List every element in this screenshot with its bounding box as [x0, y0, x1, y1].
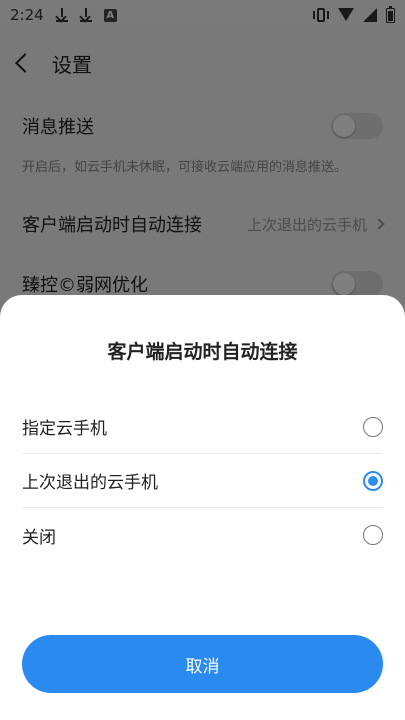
radio-selected-icon[interactable]	[363, 470, 383, 491]
sheet-title: 客户端启动时自动连接	[107, 341, 298, 363]
option-label: 关闭	[22, 527, 56, 548]
option-list: 指定云手机 上次退出的云手机 关闭	[0, 400, 405, 562]
option-last-exited-phone[interactable]: 上次退出的云手机	[22, 454, 383, 508]
radio-icon[interactable]	[363, 416, 383, 437]
option-specified-phone[interactable]: 指定云手机	[22, 400, 383, 454]
radio-icon[interactable]	[363, 525, 383, 545]
cancel-button[interactable]: 取消	[22, 635, 383, 693]
option-label: 指定云手机	[22, 419, 107, 439]
option-label: 上次退出的云手机	[22, 473, 158, 493]
bottom-sheet: 客户端启动时自动连接 指定云手机 上次退出的云手机 关闭 取消	[0, 295, 405, 720]
option-off[interactable]: 关闭	[22, 508, 383, 562]
